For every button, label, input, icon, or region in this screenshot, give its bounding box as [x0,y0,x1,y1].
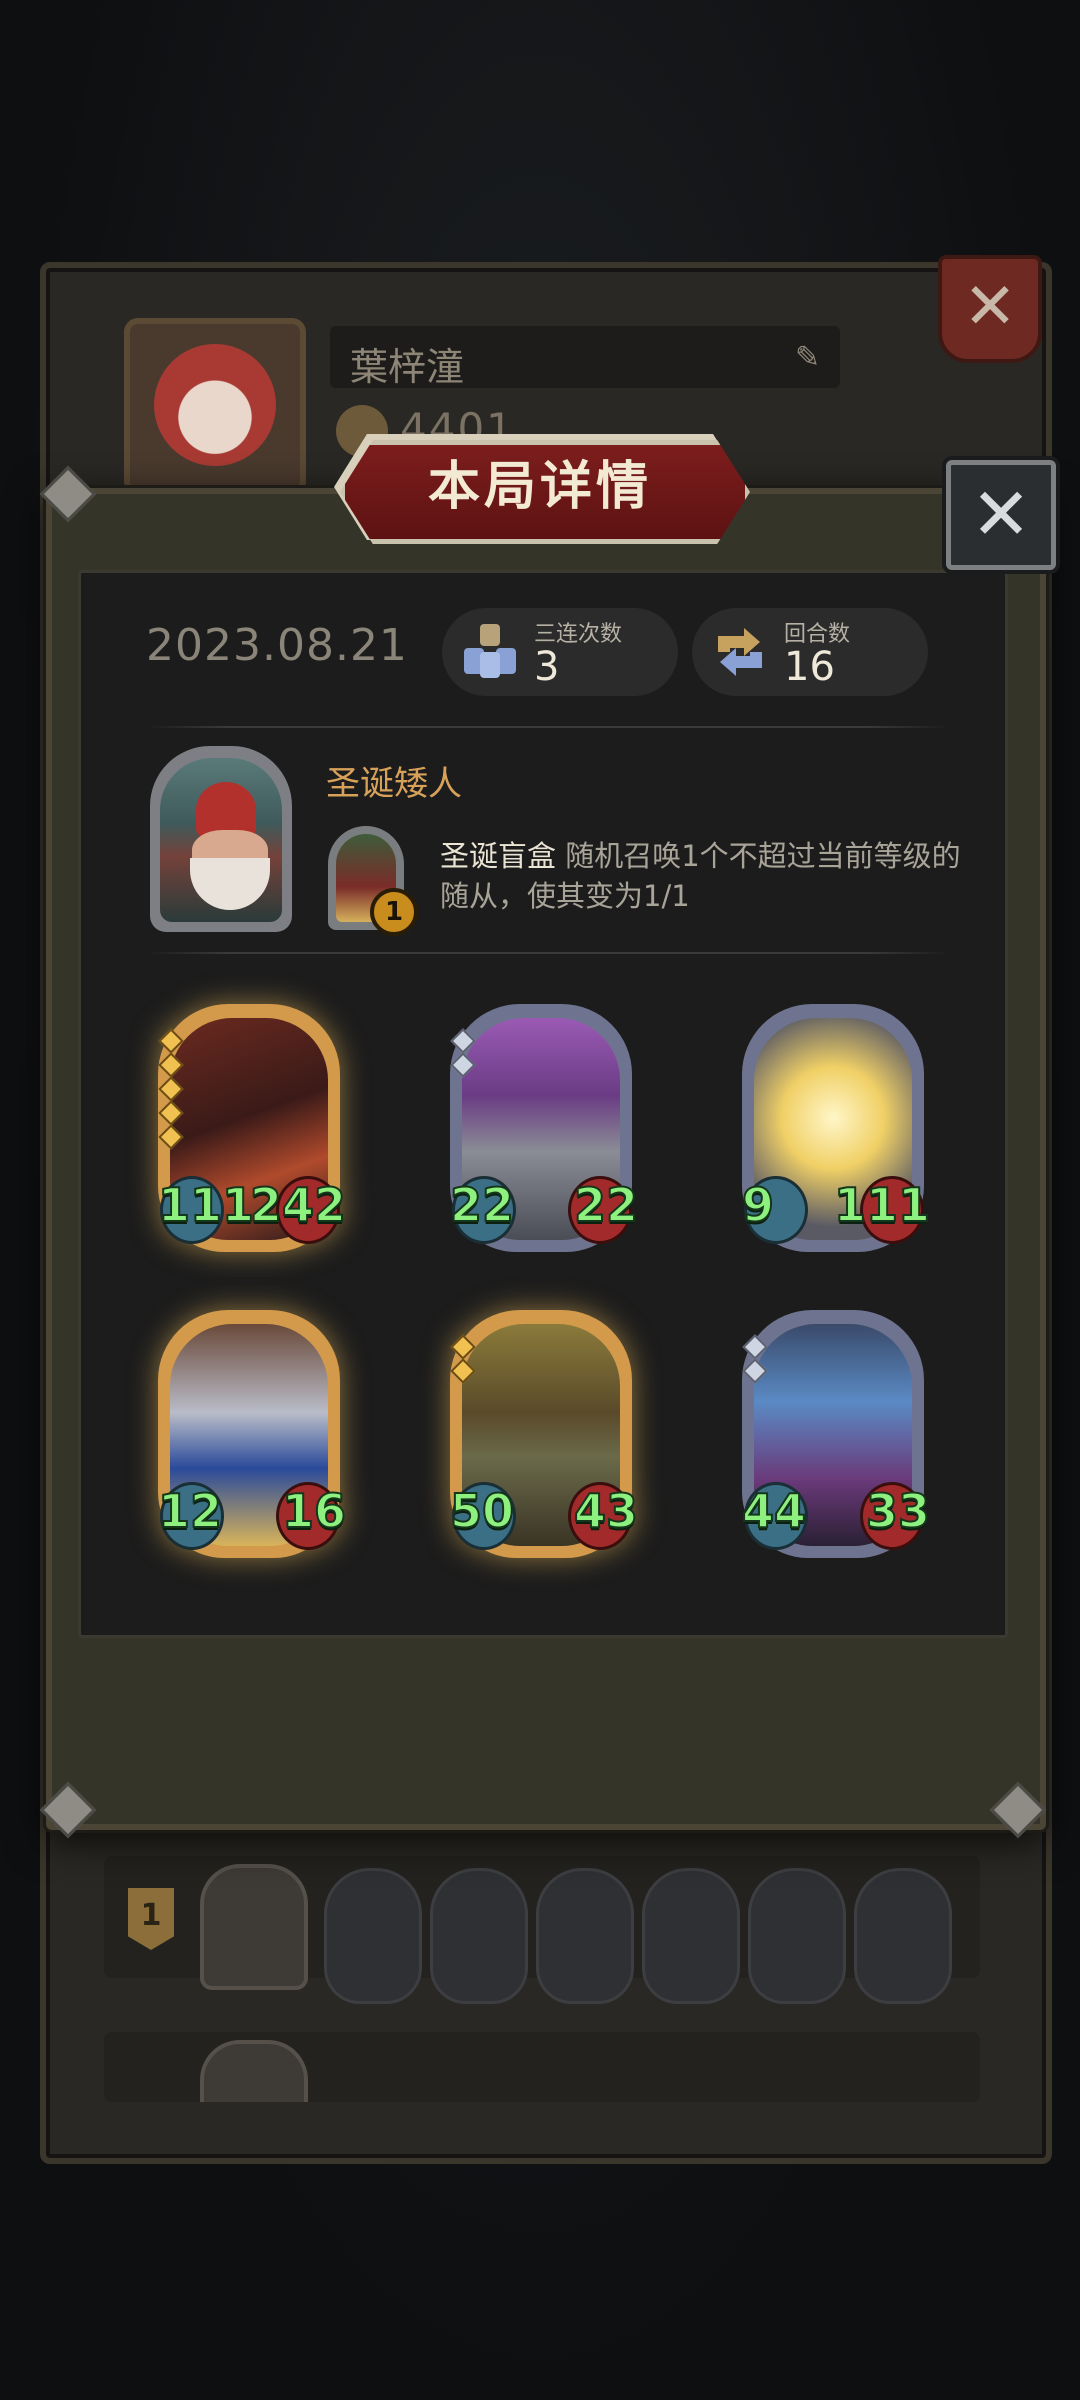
triples-value: 3 [534,644,560,690]
hero-name: 圣诞矮人 [326,764,462,804]
minion-card[interactable]: 50 43 [449,1310,639,1558]
player-avatar [124,318,306,495]
minion-card[interactable]: 9 111 [741,1004,931,1252]
player-name-bar: 葉梓潼 ✎ [330,326,840,389]
hero-power-cost: 1 [370,888,418,936]
minion-health: 16 [281,1483,347,1539]
minion-attack: 44 [741,1483,807,1539]
hero-portrait[interactable] [150,746,292,932]
triples-stat: 三连次数 3 [442,608,678,696]
turn-arrows-icon [718,628,762,676]
history-minion [748,1868,846,2004]
history-minion [324,1868,422,2004]
minion-health: 242 [249,1177,347,1233]
minion-health: 22 [573,1177,639,1233]
divider [148,726,948,728]
player-name: 葉梓潼 [350,345,465,389]
minion-card[interactable]: 12 16 [157,1310,347,1558]
minion-card[interactable]: 44 33 [741,1310,931,1558]
rank-badge: 1 [128,1888,174,1950]
history-row: 1 [104,1856,980,2004]
triple-blocks-icon [464,624,516,678]
minion-health: 111 [833,1177,931,1233]
modal-title: 本局详情 [427,457,652,517]
minion-attack: 12 [157,1483,223,1539]
edit-pencil-icon: ✎ [794,340,820,375]
turns-stat: 回合数 16 [692,608,928,696]
history-hero-portrait [200,1864,308,1990]
minion-attack: 50 [449,1483,515,1539]
minion-attack: 111 [157,1177,255,1233]
history-minion [642,1868,740,2004]
hero-power-description: 圣诞盲盒 随机召唤1个不超过当前等级的随从，使其变为1/1 [440,836,980,916]
history-hero-portrait [200,2040,308,2102]
profile-close-button: ✕ [938,255,1042,363]
minion-attack: 9 [741,1177,775,1233]
history-row [104,2032,980,2102]
history-minion [430,1868,528,2004]
divider [148,952,948,954]
minion-card[interactable]: 22 22 [449,1004,639,1252]
turns-value: 16 [784,644,835,690]
minion-health: 33 [865,1483,931,1539]
history-minion [854,1868,952,2004]
match-date: 2023.08.21 [146,620,408,671]
minion-health: 43 [573,1483,639,1539]
close-button[interactable]: ✕ [946,460,1056,570]
hero-power-name: 圣诞盲盒 [440,839,557,873]
history-minion [536,1868,634,2004]
minion-card[interactable]: 111 242 [157,1004,347,1252]
hero-power-icon[interactable]: 1 [328,826,418,936]
minion-attack: 22 [449,1177,515,1233]
